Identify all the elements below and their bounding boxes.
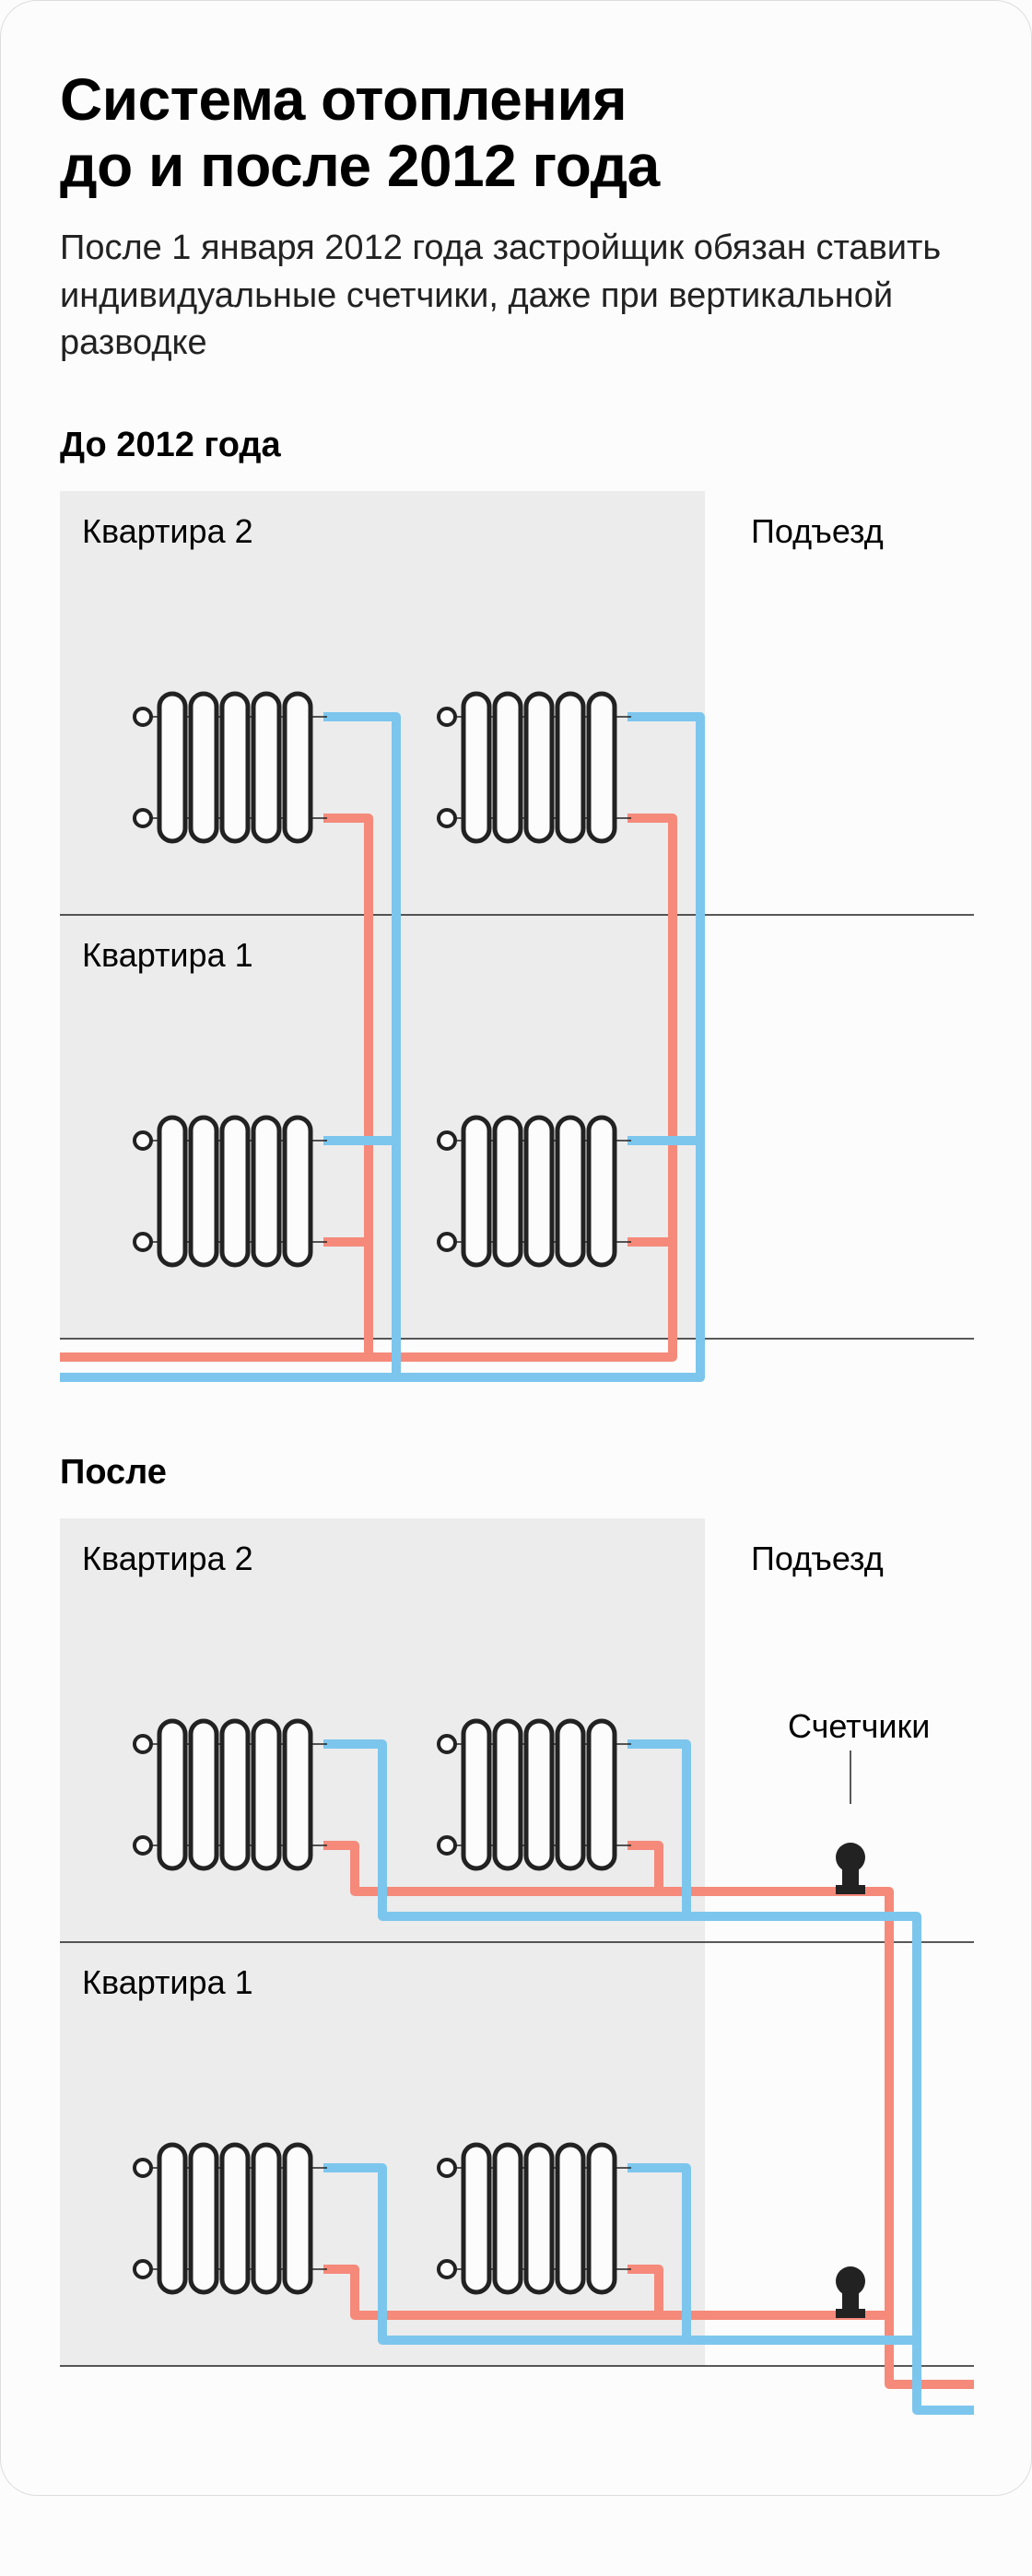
radiator-icon	[439, 2145, 631, 2292]
entrance-label: Подъезд	[751, 1540, 884, 1577]
page-title: Система отопления до и после 2012 года	[60, 67, 972, 199]
meters-label: Счетчики	[788, 1707, 930, 1745]
infographic-card: Система отопления до и после 2012 года П…	[0, 0, 1032, 2496]
radiator-icon	[439, 1721, 631, 1868]
meter-icon	[836, 2266, 865, 2318]
radiator-icon	[135, 1118, 327, 1265]
radiator-icon	[439, 1118, 631, 1265]
after-heading: После	[60, 1453, 972, 1493]
apartment-1-label: Квартира 1	[82, 1963, 253, 2001]
title-line-1: Система отопления	[60, 66, 627, 133]
apartment-1-label: Квартира 1	[82, 936, 253, 974]
after-diagram: Квартира 2 Квартира 1 Подъезд Счетчики	[60, 1518, 972, 2440]
subtitle: После 1 января 2012 года застройщик обяз…	[60, 225, 972, 367]
radiator-icon	[439, 694, 631, 841]
radiator-icon	[135, 2145, 327, 2292]
radiator-icon	[135, 694, 327, 841]
before-diagram: Квартира 2 Квартира 1 Подъезд	[60, 491, 972, 1394]
before-heading: До 2012 года	[60, 426, 972, 465]
apartment-2-label: Квартира 2	[82, 512, 253, 550]
radiator-icon	[135, 1721, 327, 1868]
title-line-2: до и после 2012 года	[60, 133, 660, 199]
apartment-2-label: Квартира 2	[82, 1540, 253, 1577]
entrance-label: Подъезд	[751, 512, 884, 550]
meter-icon	[836, 1843, 865, 1894]
